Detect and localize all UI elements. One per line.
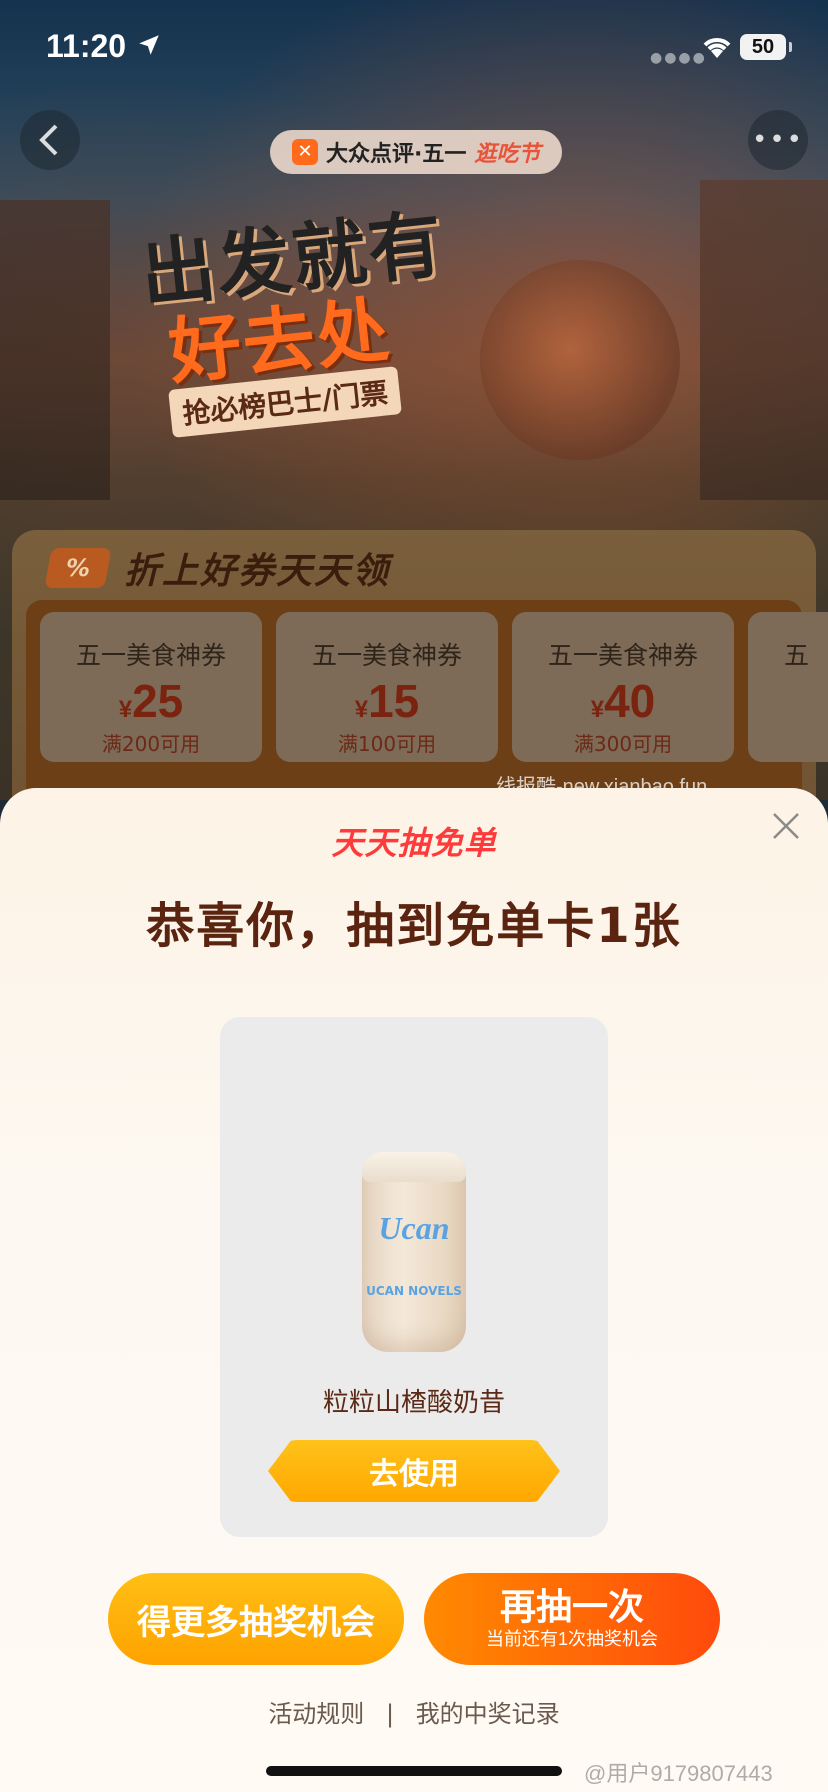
signal-dots-icon: ●●●● xyxy=(650,50,707,66)
coupon-card-partial[interactable]: 五 xyxy=(748,612,828,762)
use-coupon-button[interactable]: 去使用 xyxy=(268,1440,560,1502)
coupon-condition: 满300可用 xyxy=(573,732,673,756)
brand-pill: ✕ 大众点评·五一 逛吃节 xyxy=(270,130,563,174)
building-left-image xyxy=(0,200,110,500)
home-indicator[interactable] xyxy=(266,1766,562,1776)
coupon-amount: ¥40 xyxy=(590,675,656,727)
more-options-button[interactable]: ••• xyxy=(748,110,808,170)
footer-links: 活动规则 | 我的中奖记录 xyxy=(0,1694,828,1729)
coupon-amount: ¥15 xyxy=(354,675,420,727)
coupon-card[interactable]: 五一美食神券 ¥25 满200可用 xyxy=(40,612,262,762)
draw-again-subtext: 当前还有1次抽奖机会 xyxy=(485,1629,658,1649)
status-time: 11:20 xyxy=(46,28,127,64)
coupon-name: 五一美食神券 xyxy=(311,641,462,670)
coupon-condition: 满200可用 xyxy=(101,732,201,756)
coupon-name: 五 xyxy=(784,641,810,670)
location-arrow-icon xyxy=(139,35,159,55)
weibo-watermark-text: @用户9179807443 xyxy=(584,1761,773,1786)
link-separator: | xyxy=(385,1700,395,1728)
status-bar: 11:20 ●●●● 50 xyxy=(0,0,828,100)
draw-again-button[interactable]: 再抽一次 当前还有1次抽奖机会 xyxy=(424,1573,720,1665)
modal-brand-title: 天天抽免单 xyxy=(331,824,497,862)
coupon-name: 五一美食神券 xyxy=(547,641,698,670)
can-sub-text: UCAN NOVELS xyxy=(366,1284,462,1298)
prize-name: 粒粒山楂酸奶昔 xyxy=(322,1388,505,1418)
coupon-section-header: % 折上好券天天领 xyxy=(44,540,391,596)
building-right-image xyxy=(700,180,828,500)
brand-fest-text: 逛吃节 xyxy=(474,142,541,167)
chevron-left-icon xyxy=(39,124,58,156)
coupon-condition: 满100可用 xyxy=(337,732,437,756)
can-logo-text: Ucan xyxy=(378,1210,450,1246)
win-records-link[interactable]: 我的中奖记录 xyxy=(416,1694,560,1729)
coupon-card[interactable]: 五一美食神券 ¥40 满300可用 xyxy=(512,612,734,762)
rules-link[interactable]: 活动规则 xyxy=(268,1694,364,1729)
brand-text: 大众点评·五一 xyxy=(326,142,467,167)
drink-can-image xyxy=(362,1152,466,1352)
drink-can-lid xyxy=(362,1152,466,1182)
dianping-logo-icon: ✕ xyxy=(292,139,318,165)
coupon-section-title: 折上好券天天领 xyxy=(124,551,391,592)
draw-again-label: 再抽一次 xyxy=(499,1586,644,1627)
wifi-icon xyxy=(703,38,731,58)
back-button[interactable] xyxy=(20,110,80,170)
percent-badge-icon: % xyxy=(44,548,112,588)
more-chances-button[interactable]: 得更多抽奖机会 xyxy=(108,1573,404,1665)
red-panda-mascot-image xyxy=(480,260,680,460)
modal-title: 恭喜你，抽到免单卡1张 xyxy=(146,898,682,954)
coupon-amount: ¥25 xyxy=(118,675,184,727)
more-dots-icon: ••• xyxy=(751,125,804,155)
coupon-card[interactable]: 五一美食神券 ¥15 满100可用 xyxy=(276,612,498,762)
coupon-name: 五一美食神券 xyxy=(75,641,226,670)
battery-indicator: 50 xyxy=(740,34,792,60)
